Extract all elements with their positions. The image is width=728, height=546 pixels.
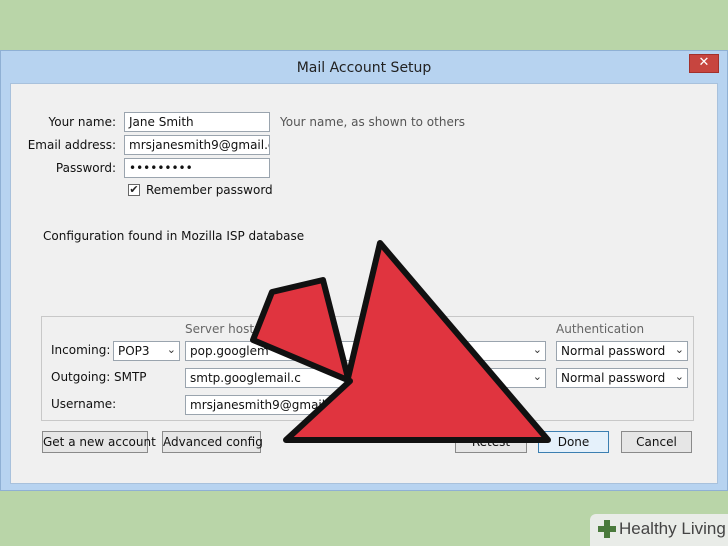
chevron-down-icon: ⌄	[532, 343, 542, 356]
port-header: Po	[366, 322, 381, 336]
done-button[interactable]: Done	[538, 431, 609, 453]
incoming-auth-select[interactable]: Normal password ⌄	[556, 341, 688, 361]
incoming-label: Incoming:	[51, 343, 111, 357]
outgoing-auth-value: Normal password	[561, 371, 666, 385]
outgoing-auth-select[interactable]: Normal password ⌄	[556, 368, 688, 388]
incoming-port-input[interactable]: 99	[366, 341, 436, 361]
outgoing-label: Outgoing:	[51, 370, 111, 384]
close-icon: ✕	[698, 55, 710, 70]
incoming-auth-value: Normal password	[561, 344, 666, 358]
server-hostname-header: Server hostnam	[185, 322, 281, 336]
mail-account-setup-window: Mail Account Setup ✕ Your name: Jane Smi…	[0, 50, 728, 491]
watermark-text: Healthy Living	[619, 519, 726, 538]
chevron-down-icon: ⌄	[674, 343, 684, 356]
remember-password-checkbox[interactable]: ✔	[128, 184, 140, 196]
email-label: Email address:	[27, 138, 116, 152]
window-title: Mail Account Setup	[296, 60, 432, 76]
password-input[interactable]: •••••••••	[124, 158, 270, 178]
dialog-content: Your name: Jane Smith Your name, as show…	[10, 83, 718, 484]
password-label: Password:	[55, 161, 116, 175]
outgoing-hostname-input[interactable]: smtp.googlemail.c	[185, 368, 357, 388]
authentication-header: Authentication	[556, 322, 645, 336]
incoming-ssl-value: TLS	[451, 344, 473, 358]
healthy-living-badge: Healthy Living	[590, 514, 728, 546]
your-name-input[interactable]: Jane Smith	[124, 112, 270, 132]
retest-button[interactable]: Retest	[455, 431, 527, 453]
incoming-protocol-select[interactable]: POP3 ⌄	[113, 341, 180, 361]
get-new-account-button[interactable]: Get a new account	[42, 431, 156, 453]
server-settings-group: Server hostnam Po L Authentication Incom…	[41, 316, 694, 421]
outgoing-protocol: SMTP	[114, 370, 147, 384]
advanced-config-button[interactable]: Advanced config	[162, 431, 263, 453]
chevron-down-icon: ⌄	[674, 370, 684, 383]
close-button[interactable]: ✕	[689, 54, 719, 73]
incoming-hostname-input[interactable]: pop.googlem	[185, 341, 357, 361]
cancel-button[interactable]: Cancel	[621, 431, 692, 453]
config-status-text: Configuration found in Mozilla ISP datab…	[43, 229, 305, 243]
username-label: Username:	[51, 397, 117, 411]
plus-icon	[598, 520, 616, 538]
email-input[interactable]: mrsjanesmith9@gmail.com	[124, 135, 270, 155]
ssl-header: L	[446, 322, 453, 336]
chevron-down-icon: ⌄	[166, 343, 176, 356]
remember-password-label: Remember password	[146, 183, 273, 197]
your-name-label: Your name:	[48, 115, 116, 129]
outgoing-ssl-select[interactable]: ⌄	[446, 368, 546, 388]
username-input[interactable]: mrsjanesmith9@gmail.com	[185, 395, 357, 415]
your-name-hint: Your name, as shown to others	[280, 115, 466, 129]
incoming-ssl-select[interactable]: TLS ⌄	[446, 341, 546, 361]
chevron-down-icon: ⌄	[532, 370, 542, 383]
incoming-protocol-value: POP3	[118, 344, 150, 358]
